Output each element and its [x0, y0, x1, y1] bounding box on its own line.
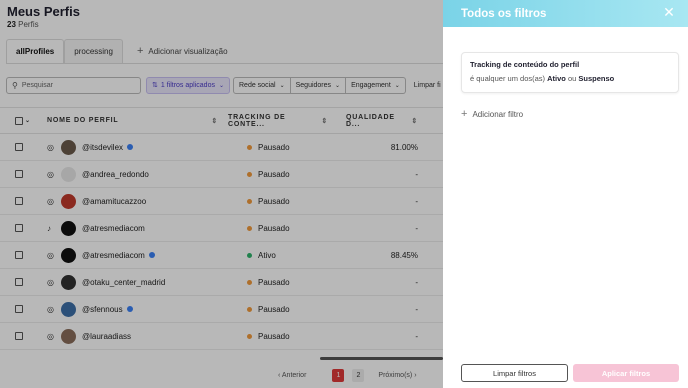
- filter-condition-card[interactable]: Tracking de conteúdo do perfil é qualque…: [461, 52, 679, 93]
- drawer-header: Todos os filtros ✕: [443, 0, 688, 27]
- plus-icon: +: [461, 108, 468, 120]
- apply-filters-button[interactable]: Aplicar filtros: [573, 364, 679, 382]
- close-icon[interactable]: ✕: [662, 5, 676, 19]
- modal-backdrop[interactable]: [0, 0, 443, 388]
- filter-value-suspended: Suspenso: [578, 74, 615, 83]
- add-filter-button[interactable]: + Adicionar filtro: [461, 108, 523, 120]
- drawer-title: Todos os filtros: [461, 7, 547, 20]
- filter-condition-prefix: é qualquer um dos(as): [470, 74, 546, 83]
- add-filter-label: Adicionar filtro: [472, 109, 524, 119]
- filter-value-active: Ativo: [547, 74, 566, 83]
- filter-condition-description: é qualquer um dos(as) Ativo ou Suspenso: [470, 74, 670, 83]
- filter-joiner: ou: [567, 74, 577, 83]
- filter-condition-title: Tracking de conteúdo do perfil: [470, 60, 580, 69]
- clear-filters-button[interactable]: Limpar filtros: [461, 364, 568, 382]
